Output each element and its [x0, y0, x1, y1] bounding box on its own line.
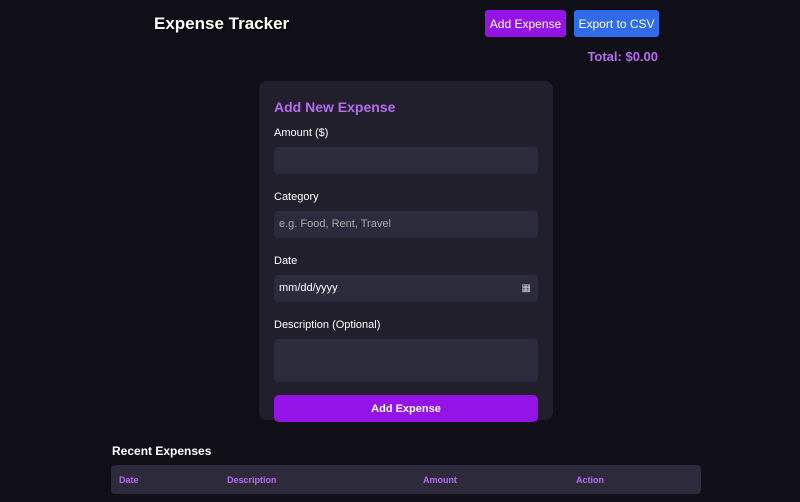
column-amount: Amount: [423, 475, 457, 485]
description-label: Description (Optional): [274, 319, 381, 331]
category-label: Category: [274, 191, 319, 203]
date-label: Date: [274, 255, 298, 267]
description-textarea[interactable]: [274, 339, 538, 382]
date-placeholder: mm/dd/yyyy: [279, 282, 338, 294]
column-date: Date: [119, 475, 139, 485]
amount-label: Amount ($): [274, 127, 329, 139]
amount-input[interactable]: [274, 147, 538, 174]
submit-expense-button[interactable]: Add Expense: [274, 395, 538, 422]
app-title: Expense Tracker: [154, 14, 290, 33]
recent-expenses-heading: Recent Expenses: [112, 444, 212, 458]
date-input[interactable]: mm/dd/yyyy ▦: [274, 275, 538, 302]
form-title: Add New Expense: [274, 99, 396, 115]
column-action: Action: [576, 475, 604, 485]
calendar-icon[interactable]: ▦: [522, 275, 531, 302]
table-header: Date Description Amount Action: [111, 465, 701, 494]
column-description: Description: [227, 475, 277, 485]
add-expense-button[interactable]: Add Expense: [485, 10, 566, 37]
total-amount: Total: $0.00: [587, 49, 658, 64]
category-input[interactable]: e.g. Food, Rent, Travel: [274, 211, 538, 238]
add-expense-form: Add New Expense Amount ($) Category e.g.…: [259, 81, 553, 422]
export-csv-button[interactable]: Export to CSV: [574, 10, 659, 37]
